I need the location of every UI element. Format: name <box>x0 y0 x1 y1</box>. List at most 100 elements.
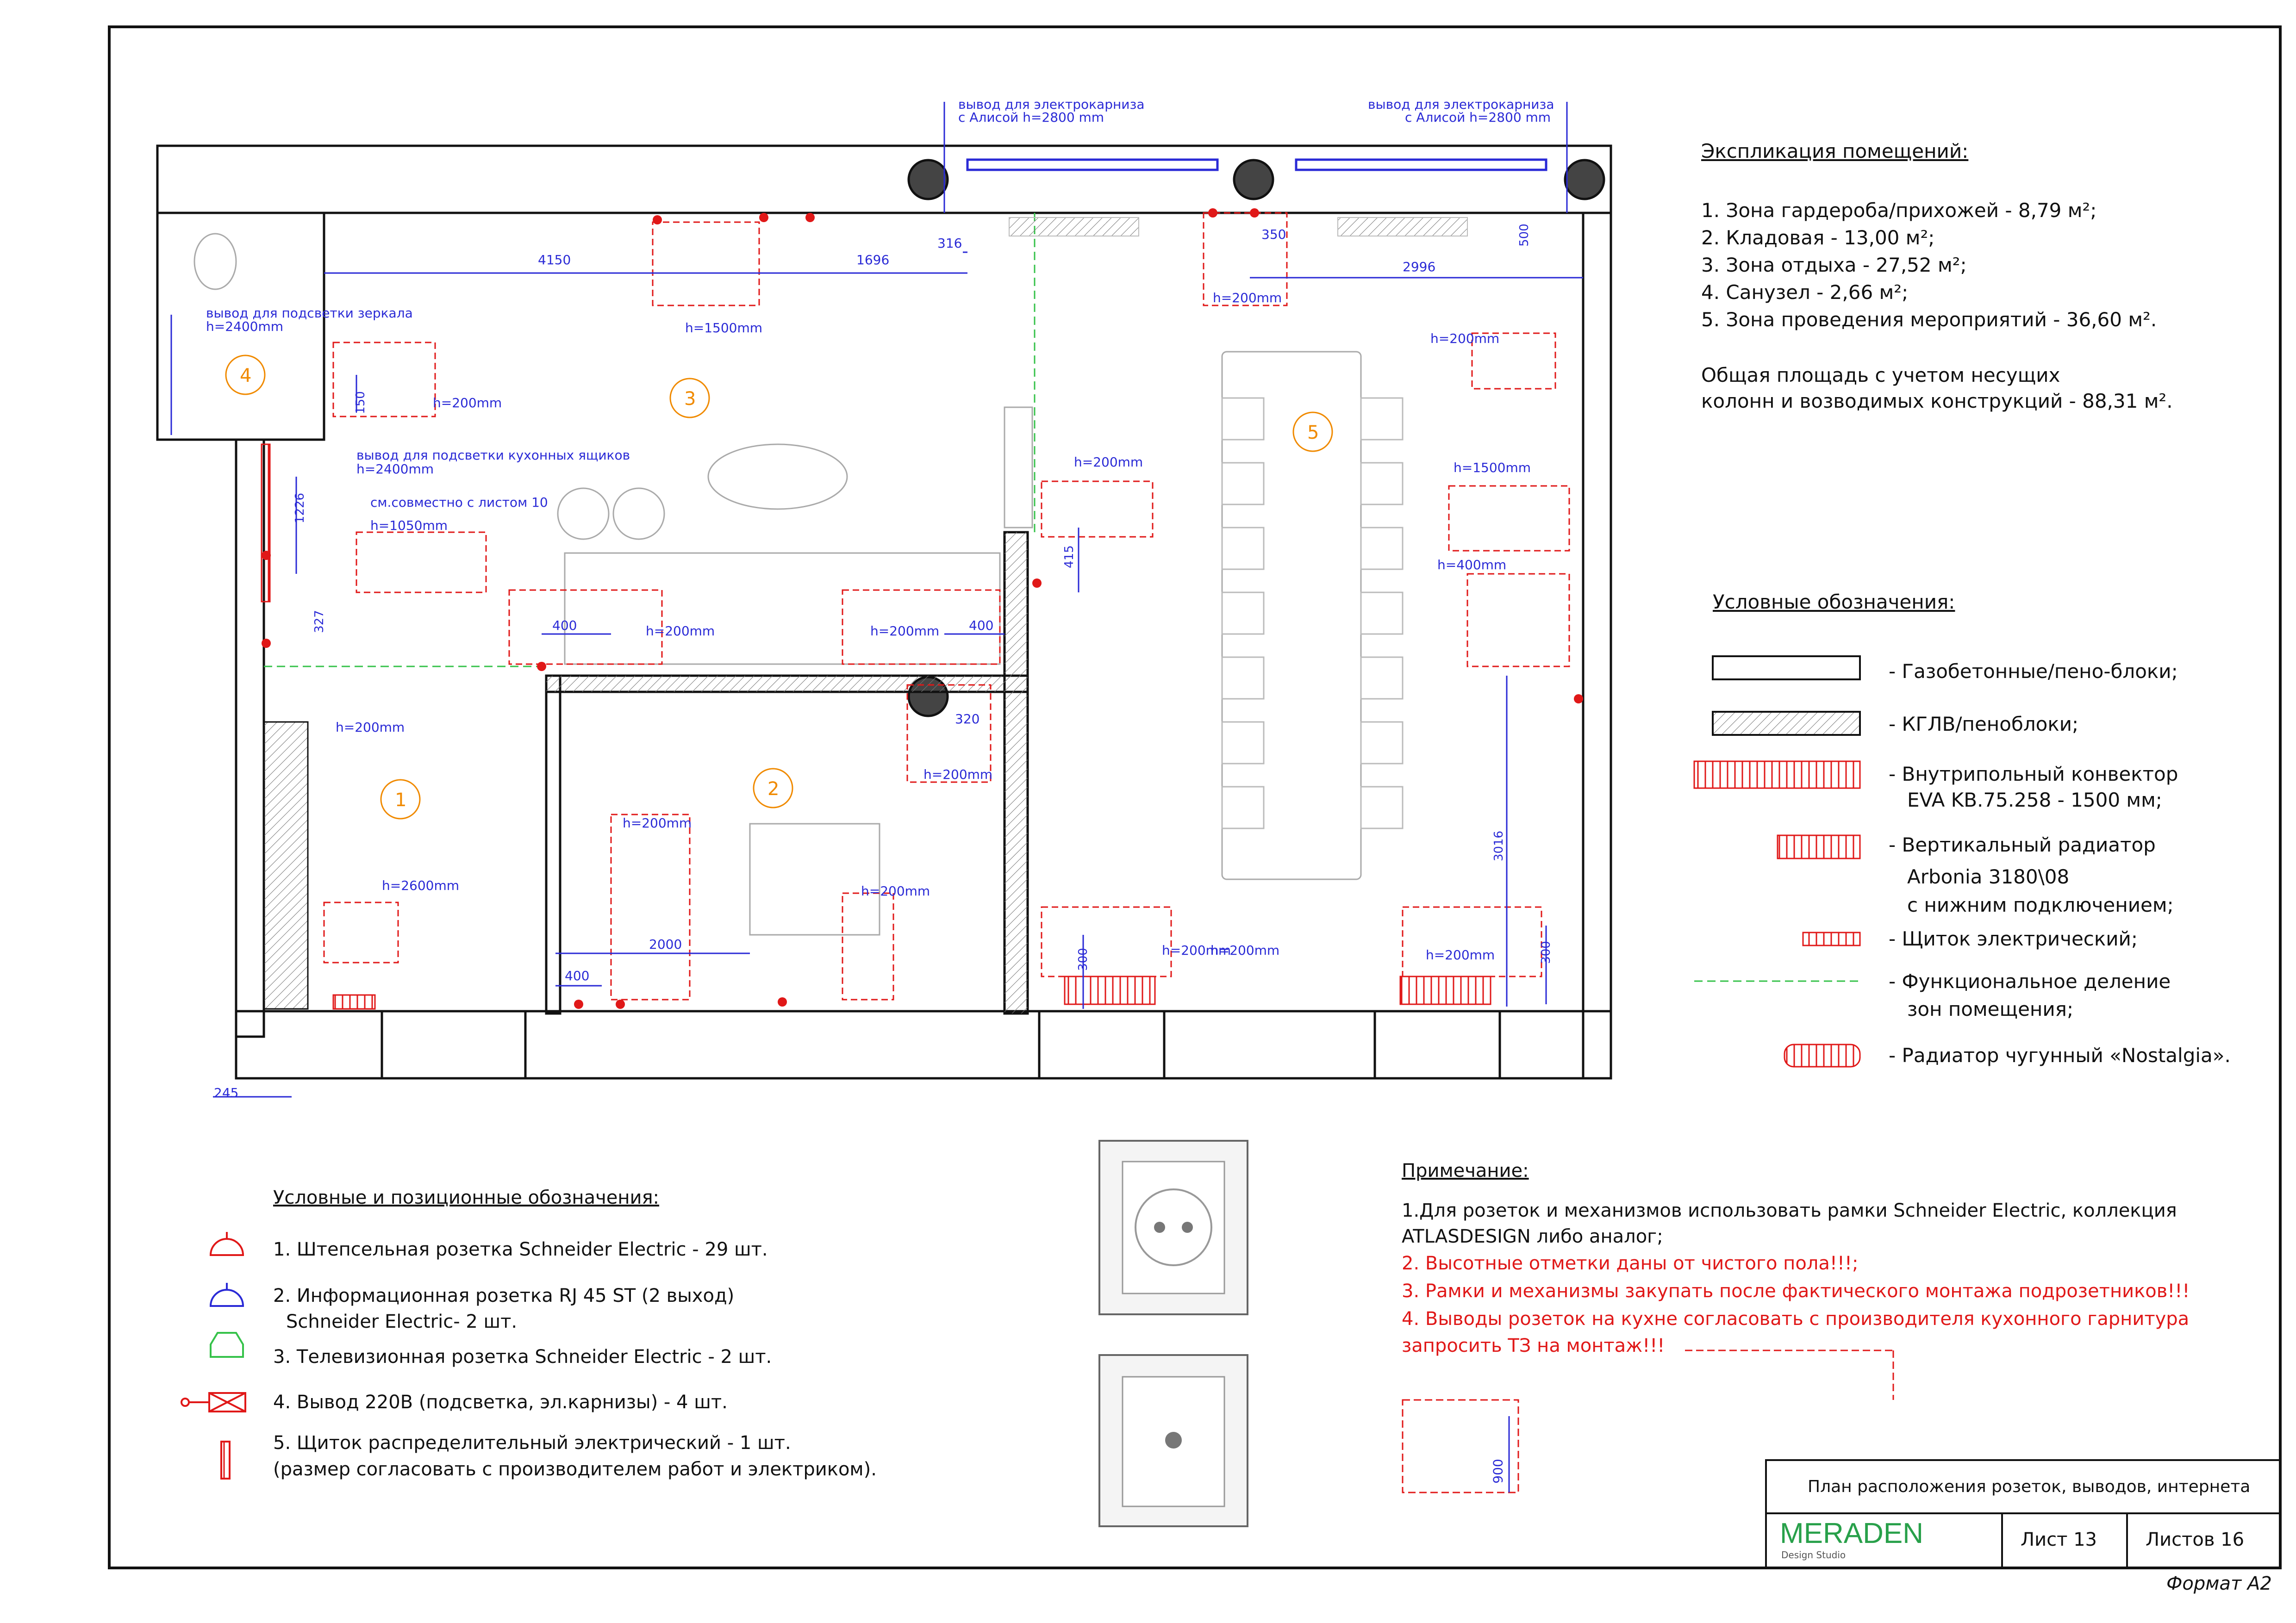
floor-plan <box>156 144 1612 1080</box>
label-h200-k: h=200mm <box>1426 947 1495 963</box>
explication-room-4: 4. Санузел - 2,66 м²; <box>1701 281 1909 304</box>
note-line-1: 1.Для розеток и механизмов использовать … <box>1402 1200 2177 1221</box>
socket-groups <box>323 212 1570 1001</box>
label-h200-h: h=200mm <box>623 815 692 831</box>
top-wall <box>156 144 1612 214</box>
positional-symbols <box>181 1232 246 1480</box>
socket-photo-1 <box>1098 1140 1248 1315</box>
logo-subtitle: Design Studio <box>1781 1549 1846 1561</box>
dim-2000: 2000 <box>649 937 682 952</box>
label-h200-d: h=200mm <box>870 623 940 639</box>
drawing-sheet <box>108 25 2282 1569</box>
legend-floor-convector <box>1693 760 1861 789</box>
socket-icon <box>209 1232 244 1256</box>
note-sheet10: см.совместно с листом 10 <box>370 495 548 510</box>
dim-3016: 3016 <box>1492 830 1506 862</box>
explication-room-1: 1. Зона гардероба/прихожей - 8,79 м²; <box>1701 199 2097 222</box>
bottom-window-1 <box>381 1010 527 1080</box>
label-h400: h=400mm <box>1437 557 1507 572</box>
convector-2 <box>1399 976 1491 1005</box>
hatched-wall-1 <box>546 676 1028 692</box>
legend-item-cast-radiator: - Радиатор чугунный «Nostalgia». <box>1889 1044 2231 1067</box>
explication-title: Экспликация помещений: <box>1701 140 1969 162</box>
paper-format: Формат А2 <box>2166 1573 2272 1594</box>
radiator-bottom <box>332 994 376 1010</box>
note-title: Примечание: <box>1402 1160 1529 1181</box>
storage-left-wall <box>545 674 562 1015</box>
legend-item-convector-1: - Внутрипольный конвектор <box>1889 763 2178 785</box>
legend-item-panel: - Щиток электрический; <box>1889 927 2138 950</box>
dim-320: 320 <box>955 711 980 727</box>
room-number-1: 1 <box>395 790 407 811</box>
label-h200-i: h=200mm <box>861 883 930 899</box>
legend-item-radiator-1: - Вертикальный радиатор <box>1889 833 2156 856</box>
explication-room-2: 2. Кладовая - 13,00 м²; <box>1701 226 1935 249</box>
note-kitchen: вывод для подсветки кухонных ящиков <box>356 448 630 463</box>
label-h1050: h=1050mm <box>370 518 448 533</box>
legend-item-radiator-2: Arbonia 3180\08 <box>1907 865 2070 888</box>
label-mirror-height: h=2400mm <box>206 319 284 334</box>
legend-item-zone-1: - Функциональное деление <box>1889 970 2171 993</box>
dim-300-a: 300 <box>1076 948 1090 971</box>
legend-electric-panel <box>1802 932 1861 946</box>
dimension-lines <box>170 102 1583 1098</box>
network-socket-icon <box>209 1283 244 1307</box>
positional-item-4: 4. Вывод 220В (подсветка, эл.карнизы) - … <box>273 1392 728 1413</box>
sheet-title: План расположения розеток, выводов, инте… <box>1808 1477 2251 1496</box>
dim-1696: 1696 <box>856 252 890 267</box>
output-220v-icon <box>181 1392 246 1412</box>
label-h200-e: h=200mm <box>336 720 405 735</box>
legend-title: Условные обозначения: <box>1713 591 1955 613</box>
zone-division <box>264 213 1036 667</box>
tv-socket-icon <box>210 1332 244 1358</box>
note-line-2: ATLASDESIGN либо аналог; <box>1402 1226 1663 1247</box>
sheet-total: Листов 16 <box>2146 1529 2245 1550</box>
bottom-window-3 <box>1373 1010 1501 1080</box>
note-line-4: 3. Рамки и механизмы закупать после факт… <box>1402 1281 2190 1302</box>
left-wall <box>235 438 265 1038</box>
legend-item-aerated: - Газобетонные/пено-блоки; <box>1889 660 2178 683</box>
label-h1500-a: h=1500mm <box>685 320 763 336</box>
explication-total-1: Общая площадь с учетом несущих <box>1701 364 2060 386</box>
note-line-3: 2. Высотные отметки даны от чистого пола… <box>1402 1253 1859 1274</box>
dim-400-a: 400 <box>552 618 577 633</box>
legend-item-gypsum: - КГЛВ/пеноблоки; <box>1889 713 2079 735</box>
room-circles <box>225 354 1333 820</box>
dim-316: 316 <box>937 236 962 251</box>
dim-245: 245 <box>214 1085 239 1101</box>
radiator-left <box>261 443 271 603</box>
room-number-3: 3 <box>684 388 696 410</box>
note-cornice-1a: вывод для электрокарниза <box>958 97 1145 112</box>
label-h200-m: h=200mm <box>1210 943 1280 958</box>
explication-total-2: колонн и возводимых конструкций - 88,31 … <box>1701 390 2173 412</box>
dim-415: 415 <box>1062 545 1076 568</box>
sheet-number: Лист 13 <box>2021 1529 2097 1550</box>
convector-1 <box>1064 976 1156 1005</box>
dim-300-b: 300 <box>1539 941 1553 964</box>
label-h200-c: h=200mm <box>646 623 715 639</box>
label-h200-f: h=200mm <box>1074 454 1143 470</box>
convector-top-2 <box>1337 217 1468 236</box>
window-top-1 <box>966 158 1219 171</box>
dim-500: 500 <box>1517 224 1531 247</box>
legend-item-convector-2: EVA KB.75.258 - 1500 мм; <box>1907 789 2162 811</box>
room-number-4: 4 <box>240 365 252 386</box>
dim-400-b: 400 <box>969 618 994 633</box>
label-h200-l: h=200mm <box>1430 331 1500 346</box>
note-line-6: запросить ТЗ на монтаж!!! <box>1402 1335 1665 1356</box>
label-h200-g: h=200mm <box>923 767 993 782</box>
explication-room-5: 5. Зона проведения мероприятий - 36,60 м… <box>1701 308 2157 331</box>
note-detail <box>1402 1349 1894 1493</box>
label-kitchen-height: h=2400mm <box>356 461 434 477</box>
label-h2600: h=2600mm <box>382 878 460 893</box>
legend-item-zone-2: зон помещения; <box>1907 998 2074 1020</box>
legend-aerated-blocks <box>1712 655 1861 680</box>
note-mirror: вывод для подсветки зеркала <box>206 305 413 321</box>
dim-4150: 4150 <box>538 252 571 267</box>
legend-symbols <box>1693 655 1861 1068</box>
label-h1500-b: h=1500mm <box>1454 460 1531 475</box>
window-top-2 <box>1295 158 1547 171</box>
chairs <box>1221 397 1404 829</box>
right-wall <box>1582 211 1612 1080</box>
bottom-window-2 <box>1038 1010 1166 1080</box>
